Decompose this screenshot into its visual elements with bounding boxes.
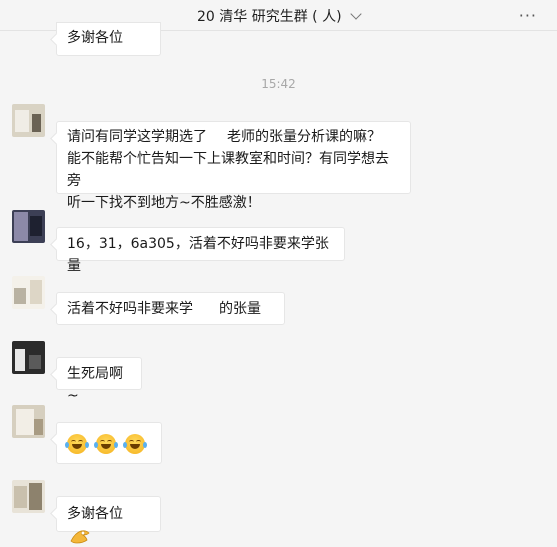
avatar-image	[12, 341, 45, 374]
timestamp: 15:42	[261, 77, 296, 91]
redacted-text	[207, 129, 227, 145]
message-bubble: 16，31，6a305，活着不好吗非要来学张量	[56, 227, 345, 274]
tears-of-joy-icon	[123, 434, 147, 454]
chevron-down-icon[interactable]	[350, 8, 362, 20]
message-text: 16，31，6a305，活着不好吗非要来学张量	[67, 236, 329, 274]
message-text: 活着不好吗非要来学	[67, 301, 193, 317]
group-name: 20 清华 研究生群 ( 人)	[197, 9, 342, 25]
message-bubble	[56, 422, 162, 464]
message-text: 的张量	[219, 301, 261, 317]
message-bubble: 多谢各位	[56, 22, 161, 56]
message-text: 生死局啊~	[67, 366, 123, 404]
message-bubble: 生死局啊~	[56, 357, 142, 404]
message-bubble: 多谢各位	[56, 496, 161, 544]
avatar[interactable]	[12, 480, 45, 513]
message-text: 听一下找不到地方~不胜感激！	[67, 195, 261, 211]
avatar[interactable]	[12, 276, 45, 309]
avatar-image	[12, 210, 45, 243]
message-text: 多谢各位	[67, 506, 123, 522]
ok-hand-icon	[70, 530, 90, 544]
avatar-image	[12, 276, 45, 309]
avatar-image	[12, 480, 45, 513]
redacted-text	[193, 301, 219, 317]
avatar-image	[12, 104, 45, 137]
message-bubble: 活着不好吗非要来学 的张量	[56, 292, 285, 325]
message-text: 能不能帮个忙告知一下上课教室和时间？有同学想去旁	[67, 151, 389, 189]
tears-of-joy-icon	[94, 434, 118, 454]
avatar[interactable]	[12, 104, 45, 137]
message-text: 请问有同学这学期选了	[67, 129, 207, 145]
more-options-icon[interactable]: ···	[519, 6, 537, 25]
avatar[interactable]	[12, 210, 45, 243]
tears-of-joy-icon	[65, 434, 89, 454]
avatar-image	[12, 405, 45, 438]
message-bubble: 请问有同学这学期选了 老师的张量分析课的嘛？ 能不能帮个忙告知一下上课教室和时间？…	[56, 121, 411, 211]
avatar[interactable]	[12, 405, 45, 438]
avatar[interactable]	[12, 341, 45, 374]
message-text: 多谢各位	[67, 30, 123, 46]
message-text: 老师的张量分析课的嘛？	[227, 129, 381, 145]
